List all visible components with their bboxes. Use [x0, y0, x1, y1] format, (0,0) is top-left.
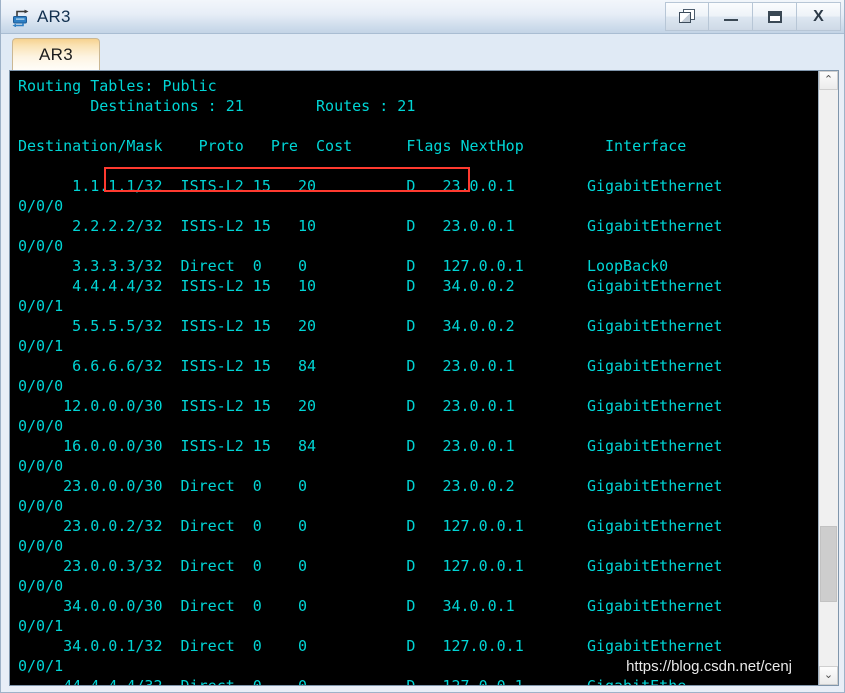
tab-strip: AR3 — [1, 34, 844, 70]
tab-ar3[interactable]: AR3 — [12, 38, 100, 70]
close-button[interactable]: X — [797, 2, 841, 31]
maximize-button[interactable] — [753, 2, 797, 31]
terminal-frame: Routing Tables: Public Destinations : 21… — [9, 70, 839, 686]
ar3-cli-window: AR3 X AR3 Routing Tables: Public Destina… — [0, 0, 845, 693]
terminal-scrollbar[interactable]: ⌃ ⌄ — [818, 71, 838, 685]
terminal-output[interactable]: Routing Tables: Public Destinations : 21… — [10, 71, 818, 685]
tab-ar3-label: AR3 — [39, 44, 73, 64]
close-icon: X — [813, 7, 824, 25]
scroll-down-button[interactable]: ⌄ — [819, 666, 838, 685]
title-bar-left: AR3 — [11, 0, 71, 34]
window-title: AR3 — [37, 6, 71, 26]
restore-windows-button[interactable] — [665, 2, 709, 31]
minimize-button[interactable] — [709, 2, 753, 31]
title-bar[interactable]: AR3 X — [1, 0, 844, 34]
minimize-icon — [723, 12, 738, 22]
scrollbar-thumb[interactable] — [820, 526, 837, 602]
restore-icon — [678, 9, 696, 24]
router-icon — [11, 7, 31, 28]
chevron-down-icon: ⌄ — [823, 669, 834, 681]
chevron-up-icon: ⌃ — [823, 74, 834, 86]
window-controls: X — [665, 2, 841, 32]
scroll-up-button[interactable]: ⌃ — [819, 71, 838, 90]
maximize-icon — [767, 10, 782, 23]
terminal-text: Routing Tables: Public Destinations : 21… — [18, 77, 723, 685]
